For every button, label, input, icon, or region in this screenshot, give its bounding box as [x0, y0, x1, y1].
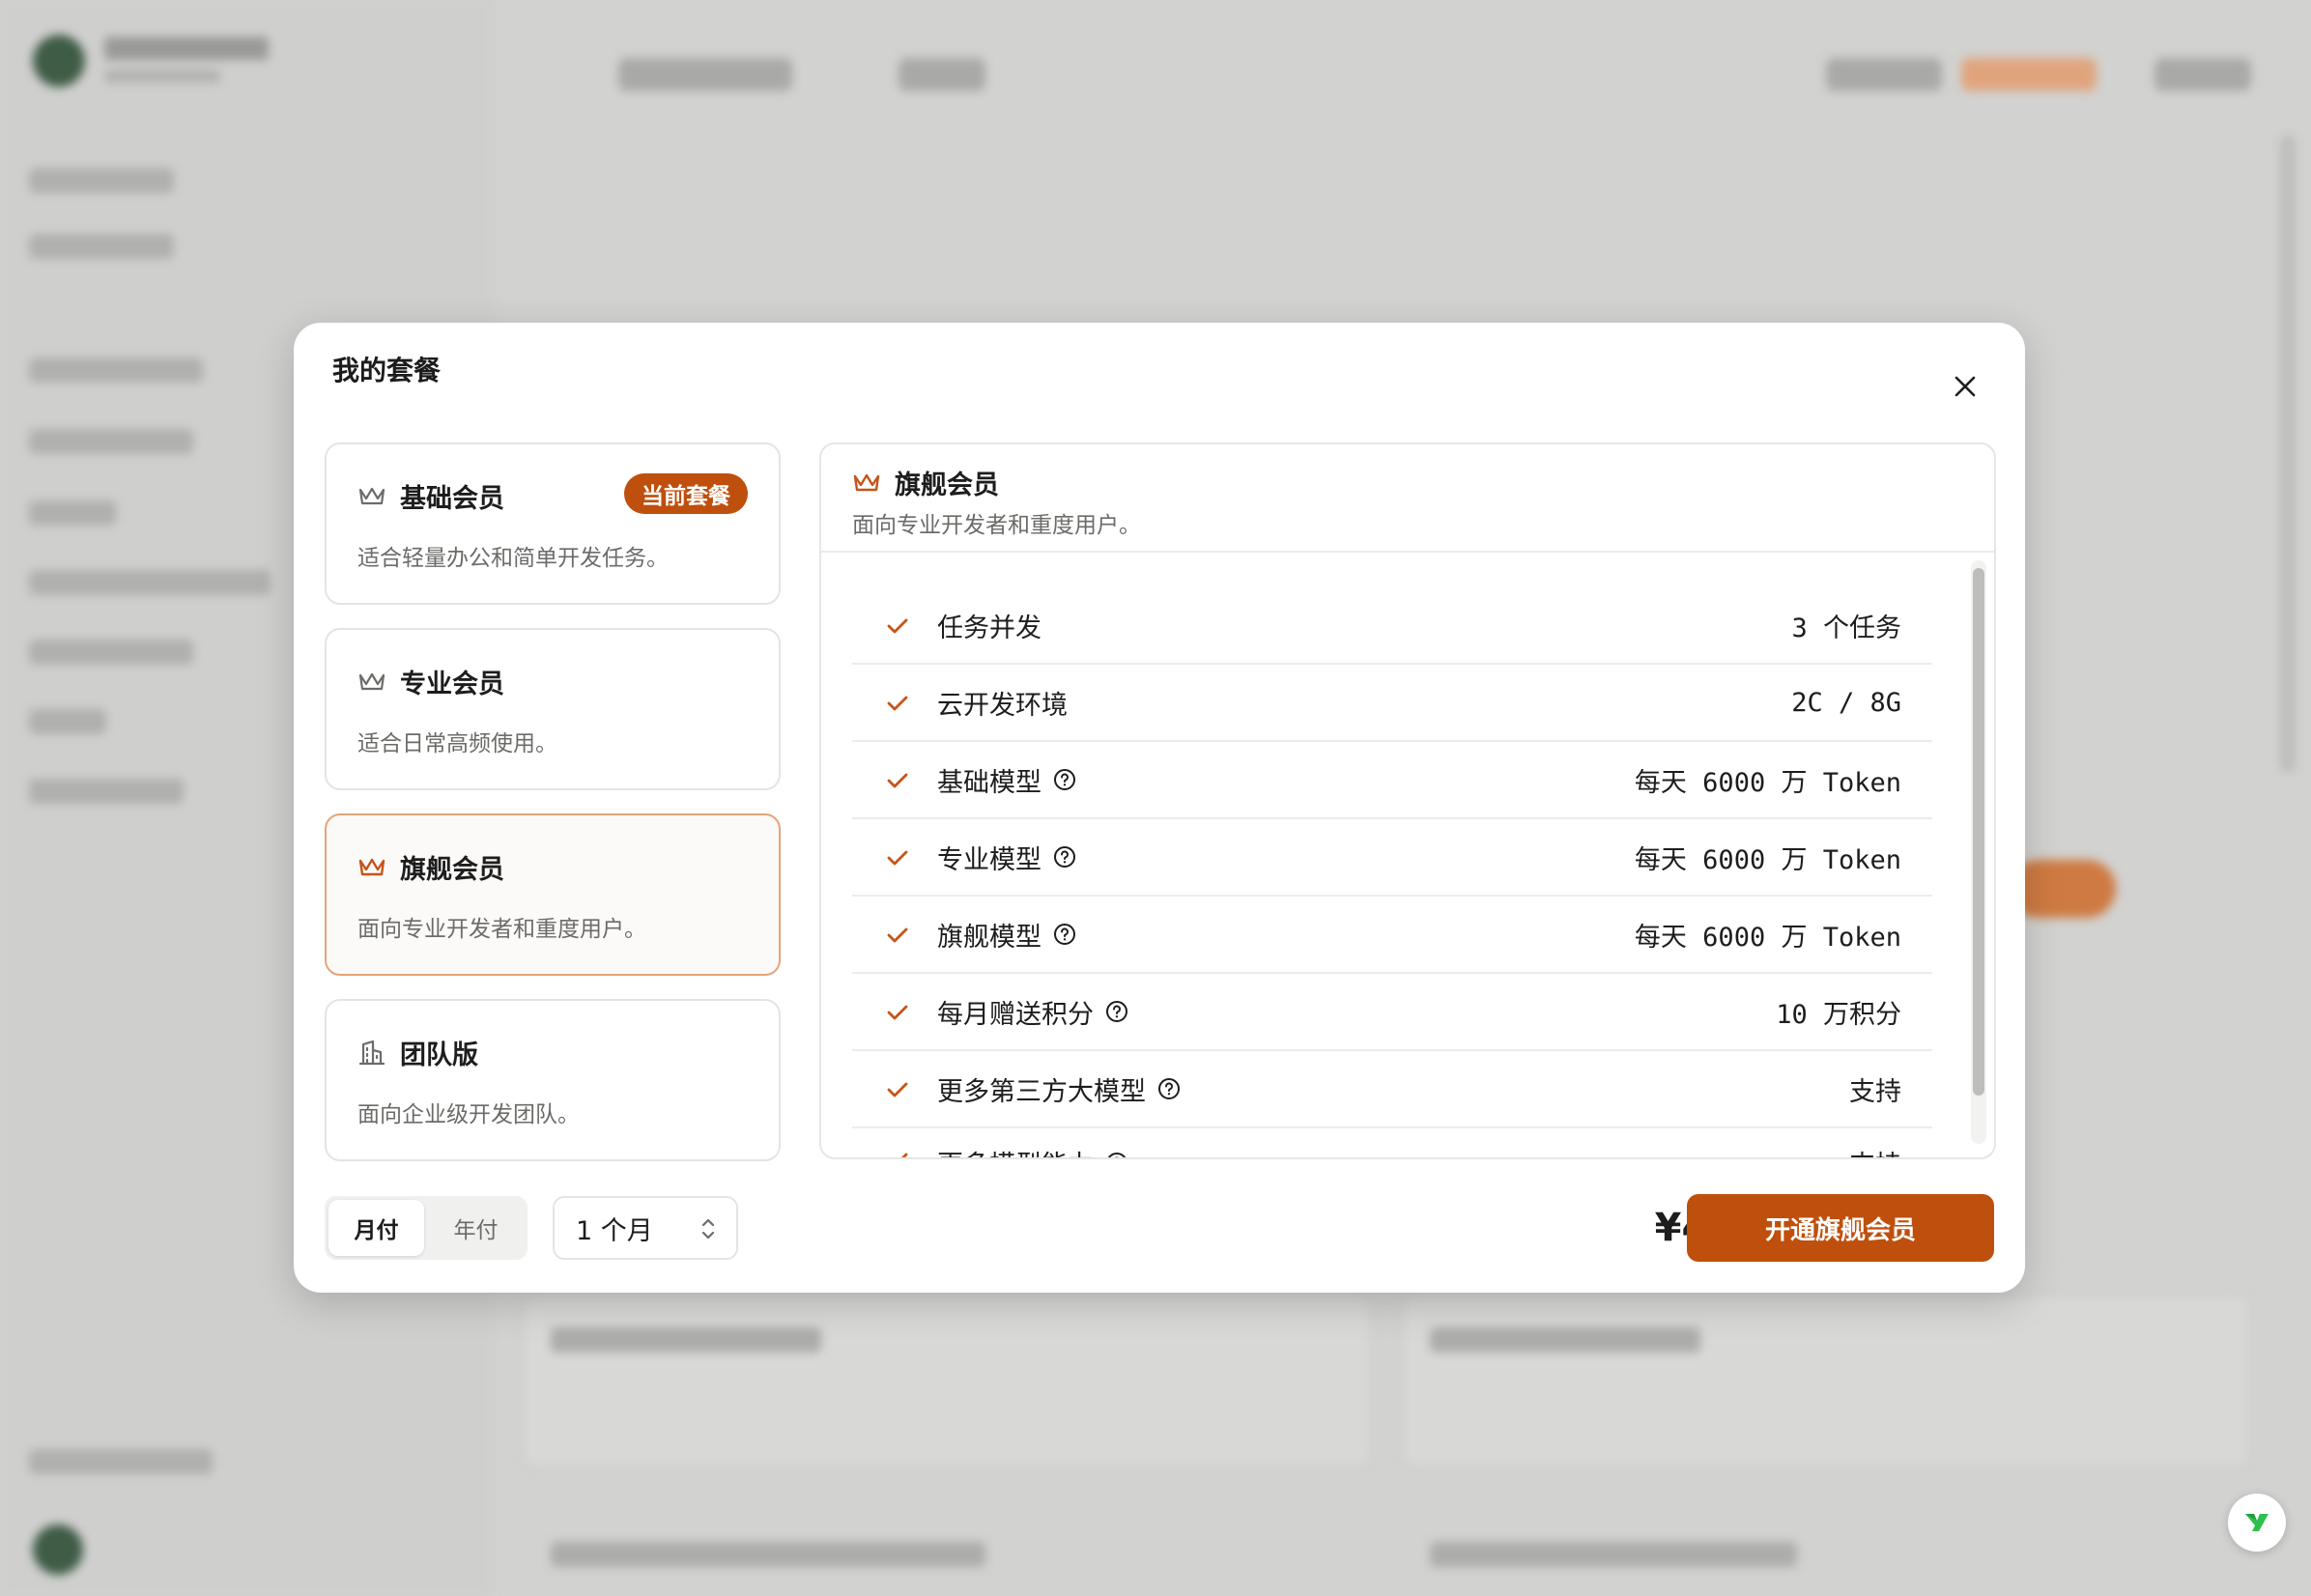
feature-value: 2C / 8G [1791, 687, 1901, 718]
billing-period-toggle: 月付 年付 [325, 1196, 528, 1260]
feature-value: 每天 6000 万 Token [1634, 767, 1901, 798]
current-plan-badge: 当前套餐 [624, 473, 748, 514]
feature-row: 基础模型 每天 6000 万 Token [852, 742, 1932, 819]
chevron-updown-icon [701, 1218, 715, 1240]
plan-name: 团队版 [400, 1040, 478, 1070]
check-icon [887, 927, 908, 943]
crown-icon [358, 858, 385, 875]
plan-desc: 面向专业开发者和重度用户。 [357, 917, 646, 942]
feature-name: 旗舰模型 [937, 922, 1041, 953]
feature-name: 基础模型 [937, 767, 1041, 798]
check-icon [887, 618, 908, 634]
plan-desc: 适合轻量办公和简单开发任务。 [357, 546, 669, 571]
feature-value: 每天 6000 万 Token [1634, 922, 1901, 953]
feature-list: 任务并发 3 个任务 云开发环境 2C / 8G 基础模型 每天 6000 万 … [852, 587, 1932, 1160]
detail-header: 旗舰会员 面向专业开发者和重度用户。 [821, 444, 1994, 553]
help-icon[interactable] [1105, 1152, 1128, 1160]
feature-scrollbar[interactable] [1971, 560, 1986, 1144]
help-icon[interactable] [1105, 1000, 1128, 1023]
plan-card-team[interactable]: 团队版 面向企业级开发团队。 [325, 999, 781, 1161]
plan-name: 专业会员 [400, 670, 504, 699]
feature-row: 更多第三方大模型 支持 [852, 1051, 1932, 1128]
check-icon [887, 1005, 908, 1020]
feature-name: 更多模型能力 [937, 1144, 1094, 1157]
check-icon [887, 696, 908, 711]
help-icon[interactable] [1053, 845, 1076, 869]
detail-subtitle: 面向专业开发者和重度用户。 [852, 513, 1141, 538]
close-icon [1954, 376, 1976, 397]
plan-card-pro[interactable]: 专业会员 适合日常高频使用。 [325, 628, 781, 790]
check-icon [901, 1153, 908, 1157]
feature-value: 10 万积分 [1776, 999, 1901, 1030]
assistant-logo-icon [2245, 1514, 2268, 1531]
feature-name: 更多第三方大模型 [937, 1076, 1146, 1107]
feature-value: 每天 6000 万 Token [1634, 844, 1901, 875]
detail-title: 旗舰会员 [895, 470, 999, 500]
plan-name: 旗舰会员 [400, 855, 504, 885]
purchase-button[interactable]: 开通旗舰会员 [1687, 1194, 1994, 1262]
plan-detail-panel: 旗舰会员 面向专业开发者和重度用户。 任务并发 3 个任务 云开发环境 2C /… [819, 442, 1996, 1159]
feature-value: 支持 [1849, 1144, 1901, 1157]
feature-row: 更多模型能力 支持 [852, 1128, 1932, 1160]
feature-row: 任务并发 3 个任务 [852, 587, 1932, 665]
check-icon [887, 1082, 908, 1097]
duration-select[interactable]: 1 个月 [553, 1196, 738, 1260]
building-icon [358, 1040, 385, 1065]
plan-card-flagship[interactable]: 旗舰会员 面向专业开发者和重度用户。 [325, 813, 781, 976]
floating-assistant-button[interactable] [2228, 1494, 2286, 1552]
crown-icon [358, 672, 385, 690]
scrollbar-thumb[interactable] [1973, 568, 1984, 1096]
period-yearly[interactable]: 年付 [428, 1200, 524, 1256]
feature-value: 支持 [1849, 1076, 1901, 1107]
feature-name: 每月赠送积分 [937, 999, 1094, 1030]
feature-row: 专业模型 每天 6000 万 Token [852, 819, 1932, 897]
feature-name: 云开发环境 [937, 690, 1068, 721]
help-icon[interactable] [1053, 923, 1076, 946]
feature-value: 3 个任务 [1791, 613, 1901, 643]
check-icon [887, 850, 908, 866]
feature-row: 旗舰模型 每天 6000 万 Token [852, 897, 1932, 974]
plan-name: 基础会员 [400, 484, 504, 514]
modal-title: 我的套餐 [332, 355, 442, 386]
feature-name: 专业模型 [937, 844, 1041, 875]
feature-name: 任务并发 [937, 613, 1041, 643]
crown-icon [358, 487, 385, 504]
close-button[interactable] [1944, 365, 1986, 408]
plan-desc: 面向企业级开发团队。 [357, 1102, 580, 1127]
help-icon[interactable] [1157, 1077, 1181, 1100]
crown-icon [853, 473, 880, 491]
plan-card-basic[interactable]: 基础会员 当前套餐 适合轻量办公和简单开发任务。 [325, 442, 781, 605]
background-logo [33, 35, 85, 87]
feature-row: 云开发环境 2C / 8G [852, 665, 1932, 742]
plan-desc: 适合日常高频使用。 [357, 731, 557, 756]
feature-row: 每月赠送积分 10 万积分 [852, 974, 1932, 1051]
period-monthly[interactable]: 月付 [328, 1200, 424, 1256]
duration-value: 1 个月 [576, 1215, 653, 1246]
check-icon [887, 773, 908, 788]
plan-modal: 我的套餐 基础会员 当前套餐 适合轻量办公和简单开发任务。 专业会员 适合日常高… [294, 323, 2025, 1293]
help-icon[interactable] [1053, 768, 1076, 791]
